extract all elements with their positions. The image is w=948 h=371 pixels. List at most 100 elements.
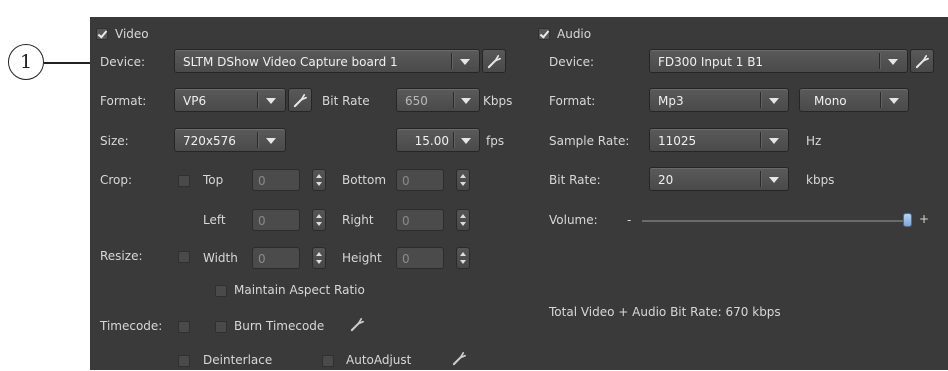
crop-right-value: 0 [402,214,410,228]
deinterlace-label: Deinterlace [203,353,273,367]
crop-right-label: Right [342,213,374,227]
chevron-down-icon [769,177,779,183]
spin-up-icon [316,214,322,218]
spin-down-icon [460,222,466,226]
spin-down-icon [316,222,322,226]
video-bitrate-unit: Kbps [483,94,513,108]
video-size-value: 720x576 [183,134,236,148]
deinterlace-checkbox[interactable] [178,355,190,367]
crop-left-stepper[interactable] [312,209,326,231]
video-fps-select[interactable]: 15.00 [396,128,480,152]
video-fps-value: 15.00 [414,134,449,148]
video-enable-checkbox[interactable] [96,28,108,40]
resize-height-input[interactable]: 0 [396,247,444,269]
video-device-settings-button[interactable] [482,49,506,73]
sample-rate-value: 11025 [658,134,697,148]
crop-left-value: 0 [258,214,266,228]
volume-label: Volume: [549,213,598,227]
video-section-title: Video [115,27,149,41]
chevron-down-icon [889,98,899,104]
sample-rate-label: Sample Rate: [549,134,630,148]
video-fps-unit: fps [486,134,505,148]
audio-device-select[interactable]: FD300 Input 1 B1 [649,49,908,73]
video-format-settings-button[interactable] [288,88,312,112]
video-device-label: Device: [100,55,146,69]
crop-bottom-value: 0 [402,174,410,188]
timecode-checkbox[interactable] [178,321,190,333]
video-bitrate-select[interactable]: 650 [396,88,480,112]
burn-timecode-label: Burn Timecode [234,319,325,333]
video-format-select[interactable]: VP6 [174,88,286,112]
wrench-icon [350,318,364,332]
maintain-aspect-label: Maintain Aspect Ratio [234,283,365,297]
resize-width-label: Width [203,251,238,265]
resize-label: Resize: [100,249,143,263]
video-device-select[interactable]: SLTM DShow Video Capture board 1 [174,49,480,73]
crop-checkbox[interactable] [178,175,190,187]
crop-top-label: Top [203,173,224,187]
maintain-aspect-checkbox[interactable] [215,285,227,297]
chevron-down-icon [769,138,779,144]
total-bitrate-text: Total Video + Audio Bit Rate: 670 kbps [549,305,781,319]
wrench-icon [452,352,466,366]
callout-marker: 1 [8,44,44,80]
audio-bitrate-label: Bit Rate: [549,173,601,187]
crop-top-input[interactable]: 0 [252,169,300,191]
audio-bitrate-select[interactable]: 20 [649,167,789,191]
chevron-down-icon [460,59,470,65]
video-size-select[interactable]: 720x576 [174,128,286,152]
sample-rate-select[interactable]: 11025 [649,128,789,152]
burn-timecode-checkbox[interactable] [215,321,227,333]
video-bitrate-value: 650 [405,94,428,108]
resize-width-value: 0 [258,252,266,266]
audio-enable-checkbox[interactable] [538,28,550,40]
audio-format-label: Format: [549,94,596,108]
crop-top-stepper[interactable] [312,169,326,191]
wrench-icon [915,55,929,69]
spin-up-icon [460,252,466,256]
autoadjust-settings-button[interactable] [448,347,472,371]
resize-width-stepper[interactable] [312,247,326,269]
audio-bitrate-value: 20 [658,173,674,187]
audio-format-select[interactable]: Mp3 [649,88,789,112]
crop-left-input[interactable]: 0 [252,209,300,231]
timecode-settings-button[interactable] [346,313,370,337]
audio-channels-value: Mono [814,94,847,108]
crop-bottom-stepper[interactable] [456,169,470,191]
chevron-down-icon [266,98,276,104]
spin-down-icon [460,260,466,264]
spin-up-icon [316,252,322,256]
audio-device-settings-button[interactable] [910,49,934,73]
video-device-value: SLTM DShow Video Capture board 1 [183,55,398,69]
spin-up-icon [316,174,322,178]
callout-line [44,62,92,64]
video-format-label: Format: [100,94,147,108]
video-format-value: VP6 [183,94,207,108]
volume-slider-thumb[interactable] [903,213,912,227]
audio-device-label: Device: [549,55,595,69]
audio-bitrate-unit: kbps [806,173,835,187]
autoadjust-checkbox[interactable] [322,355,334,367]
resize-checkbox[interactable] [178,251,190,263]
chevron-down-icon [769,98,779,104]
resize-width-input[interactable]: 0 [252,247,300,269]
crop-label: Crop: [100,173,133,187]
video-size-label: Size: [100,134,129,148]
chevron-down-icon [888,59,898,65]
audio-section-title: Audio [557,27,592,41]
volume-slider-track[interactable] [642,220,912,222]
wrench-icon [487,55,501,69]
audio-format-value: Mp3 [658,94,684,108]
spin-up-icon [460,214,466,218]
crop-bottom-input[interactable]: 0 [396,169,444,191]
crop-top-value: 0 [258,174,266,188]
audio-channels-select[interactable]: Mono [799,88,909,112]
crop-right-stepper[interactable] [456,209,470,231]
spin-up-icon [460,174,466,178]
autoadjust-label: AutoAdjust [346,353,412,367]
timecode-label: Timecode: [100,319,163,333]
resize-height-value: 0 [402,252,410,266]
crop-right-input[interactable]: 0 [396,209,444,231]
video-bitrate-label: Bit Rate [322,94,370,108]
resize-height-stepper[interactable] [456,247,470,269]
